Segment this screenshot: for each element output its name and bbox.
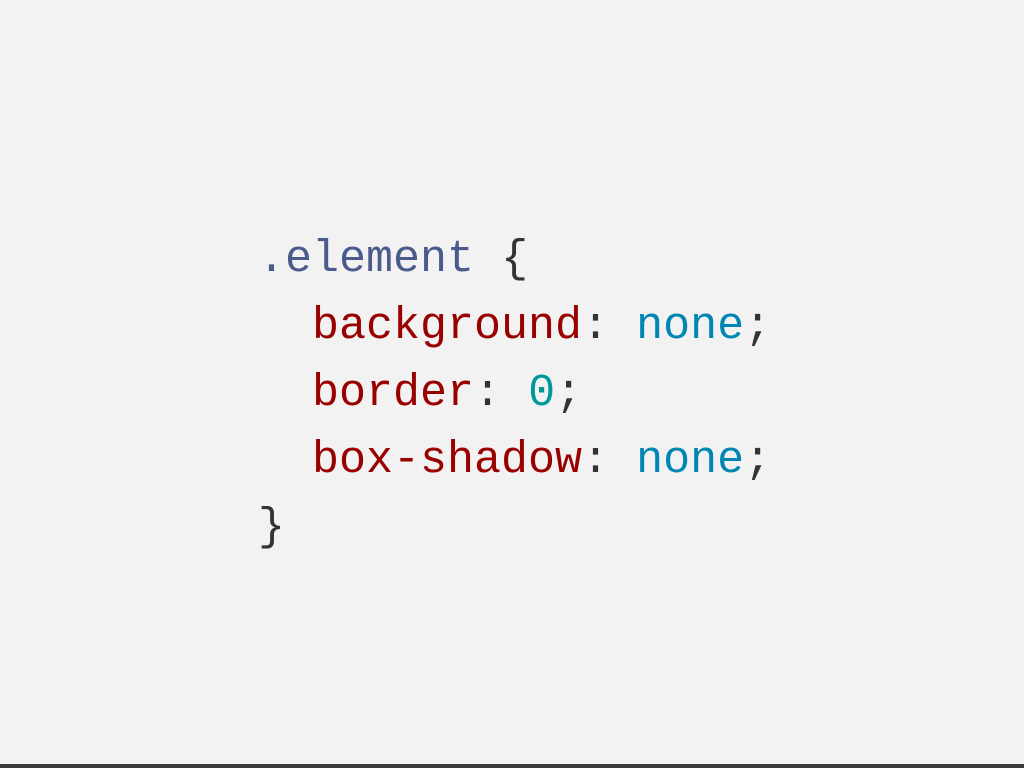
declaration-line-border: border: 0; — [258, 360, 771, 427]
rule-footer-line: } — [258, 494, 771, 561]
rule-header-line: .element { — [258, 226, 771, 293]
css-value: none — [636, 435, 745, 486]
css-value: none — [636, 301, 745, 352]
css-property: border — [312, 368, 475, 419]
colon: : — [582, 435, 610, 486]
colon: : — [582, 301, 610, 352]
close-brace: } — [258, 502, 286, 553]
declaration-line-background: background: none; — [258, 293, 771, 360]
semicolon: ; — [744, 301, 772, 352]
css-value: 0 — [528, 368, 556, 419]
semicolon: ; — [744, 435, 772, 486]
css-property: box-shadow — [312, 435, 583, 486]
css-code-snippet: .element {background: none; border: 0; box… — [258, 226, 771, 561]
semicolon: ; — [555, 368, 583, 419]
css-selector: .element — [258, 234, 475, 285]
css-property: background — [312, 301, 583, 352]
declaration-line-box-shadow: box-shadow: none; — [258, 427, 771, 494]
open-brace: { — [501, 234, 529, 285]
colon: : — [474, 368, 502, 419]
bottom-edge-bar — [0, 764, 1024, 768]
